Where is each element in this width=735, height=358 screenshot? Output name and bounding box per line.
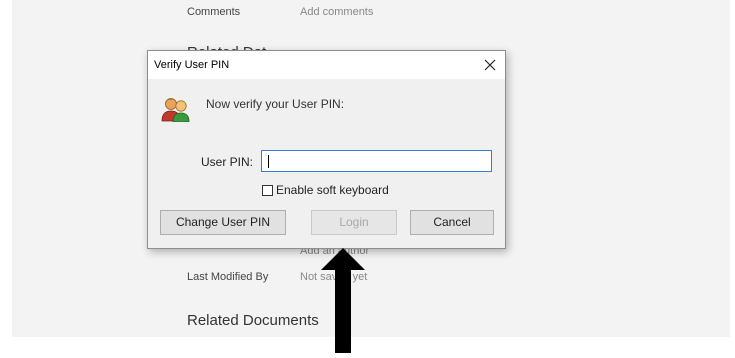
cancel-button[interactable]: Cancel xyxy=(410,210,494,235)
soft-keyboard-toggle[interactable]: Enable soft keyboard xyxy=(262,183,389,197)
user-pin-label: User PIN: xyxy=(201,155,254,169)
up-arrow-icon xyxy=(321,248,365,353)
related-documents-heading: Related Documents xyxy=(187,312,319,329)
dialog-titlebar: Verify User PIN xyxy=(148,51,505,79)
login-button[interactable]: Login xyxy=(311,210,397,235)
comments-value[interactable]: Add comments xyxy=(300,6,373,18)
last-modified-label: Last Modified By xyxy=(187,271,269,283)
change-user-pin-button[interactable]: Change User PIN xyxy=(160,210,286,235)
users-icon xyxy=(161,96,191,123)
pin-prompt: Now verify your User PIN: xyxy=(206,97,345,111)
text-caret xyxy=(268,155,269,168)
soft-keyboard-checkbox[interactable] xyxy=(262,184,273,196)
close-icon[interactable] xyxy=(479,54,501,76)
verify-pin-dialog: Verify User PIN Now verify your User PIN… xyxy=(147,50,506,249)
soft-keyboard-label[interactable]: Enable soft keyboard xyxy=(276,183,389,197)
comments-label: Comments xyxy=(187,6,241,18)
dialog-title: Verify User PIN xyxy=(154,59,230,71)
user-pin-input[interactable] xyxy=(261,150,492,172)
